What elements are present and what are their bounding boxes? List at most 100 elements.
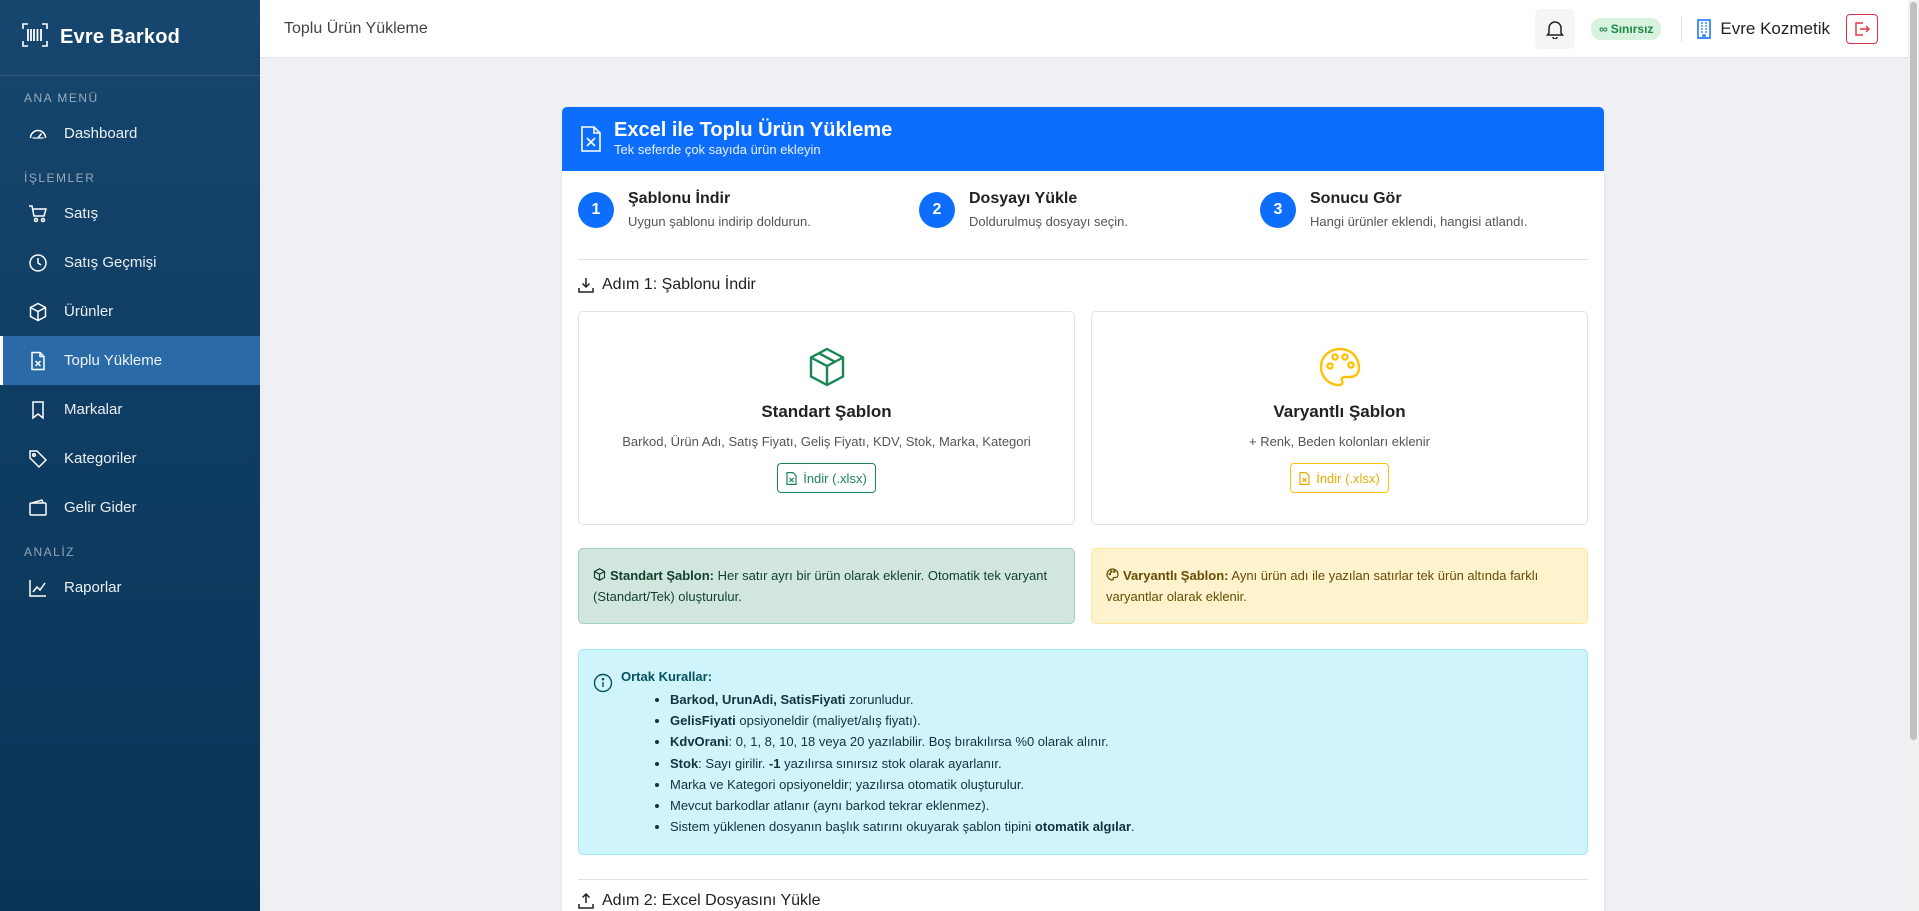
step-3: 3 Sonucu Gör Hangi ürünler eklendi, hang… <box>1260 186 1528 229</box>
list-item: Sistem yüklenen dosyanın başlık satırını… <box>670 816 1573 837</box>
sidebar-item-label: Raporlar <box>64 579 122 596</box>
store-selector[interactable]: Evre Kozmetik <box>1696 19 1830 39</box>
common-rules-alert: Ortak Kurallar: Barkod, UrunAdi, SatisFi… <box>578 649 1588 855</box>
download-standard-button[interactable]: İndir (.xlsx) <box>777 463 876 493</box>
template-desc: + Renk, Beden kolonları eklenir <box>1248 434 1431 449</box>
list-item: Barkod, UrunAdi, SatisFiyati zorunludur. <box>670 689 1573 710</box>
download-variant-button[interactable]: İndir (.xlsx) <box>1290 463 1389 493</box>
template-title: Standart Şablon <box>761 402 892 421</box>
alert-bold: Varyantlı Şablon: <box>1123 568 1229 583</box>
rules-list: Barkod, UrunAdi, SatisFiyati zorunludur.… <box>670 689 1573 837</box>
step-title: Sonucu Gör <box>1310 190 1402 207</box>
step-desc: Uygun şablonu indirip doldurun. <box>628 214 811 229</box>
step2-title: Adım 2: Excel Dosyasını Yükle <box>602 892 821 909</box>
steps: 1 Şablonu İndir Uygun şablonu indirip do… <box>578 186 1588 241</box>
bell-icon <box>1546 20 1565 39</box>
building-icon <box>1697 18 1712 39</box>
sidebar-item-label: Gelir Gider <box>64 499 137 516</box>
file-excel-icon <box>581 126 601 152</box>
page-title: Toplu Ürün Yükleme <box>284 19 428 37</box>
sidebar-item-label: Toplu Yükleme <box>64 352 163 369</box>
barcode-icon <box>22 23 48 52</box>
tags-icon <box>29 449 48 468</box>
sidebar-section-operations: İŞLEMLER <box>24 171 96 185</box>
sidebar-item-sales-history[interactable]: Satış Geçmişi <box>0 238 260 287</box>
sidebar-item-products[interactable]: Ürünler <box>0 287 260 336</box>
clock-icon <box>29 253 47 272</box>
list-item: Mevcut barkodlar atlanır (aynı barkod te… <box>670 795 1573 816</box>
step-number: 2 <box>919 192 955 228</box>
step-1: 1 Şablonu İndir Uygun şablonu indirip do… <box>578 186 811 229</box>
bookmark-icon <box>32 400 44 420</box>
logout-icon <box>1855 21 1870 36</box>
download-label: İndir (.xlsx) <box>803 470 867 486</box>
sidebar-item-categories[interactable]: Kategoriler <box>0 434 260 483</box>
sidebar-item-label: Kategoriler <box>64 450 137 467</box>
step-2: 2 Dosyayı Yükle Doldurulmuş dosyayı seçi… <box>919 186 1128 229</box>
step-number: 1 <box>578 192 614 228</box>
sidebar-item-bulk-upload[interactable]: Toplu Yükleme <box>0 336 260 385</box>
sidebar-item-sales[interactable]: Satış <box>0 189 260 238</box>
step2-heading: Adım 2: Excel Dosyasını Yükle <box>578 892 820 910</box>
logout-button[interactable] <box>1846 13 1878 44</box>
download-icon <box>578 278 594 293</box>
sidebar-item-reports[interactable]: Raporlar <box>0 563 260 612</box>
alert-bold: Standart Şablon: <box>610 568 715 583</box>
file-excel-icon <box>786 471 797 485</box>
list-item: Marka ve Kategori opsiyoneldir; yazılırs… <box>670 774 1573 795</box>
sidebar-item-label: Satış Geçmişi <box>64 254 157 271</box>
plan-badge: ∞ Sınırsız <box>1591 17 1662 40</box>
brand-title: Evre Barkod <box>60 26 181 48</box>
file-excel-icon <box>1299 471 1310 485</box>
card-subtitle: Tek seferde çok sayıda ürün ekleyin <box>614 142 821 157</box>
excel-icon <box>31 351 45 370</box>
sidebar-section-main: ANA MENÜ <box>24 91 99 105</box>
upload-icon <box>578 893 594 909</box>
step-title: Dosyayı Yükle <box>969 190 1078 207</box>
download-label: İndir (.xlsx) <box>1316 470 1380 486</box>
sidebar-item-label: Ürünler <box>64 303 114 320</box>
card-header: Excel ile Toplu Ürün Yükleme Tek seferde… <box>562 107 1604 171</box>
template-desc: Barkod, Ürün Adı, Satış Fiyatı, Geliş Fi… <box>622 434 1031 449</box>
step-number: 3 <box>1260 192 1296 228</box>
step1-heading: Adım 1: Şablonu İndir <box>578 276 756 294</box>
chart-icon <box>29 579 46 597</box>
sidebar-item-dashboard[interactable]: Dashboard <box>0 109 260 158</box>
step-desc: Hangi ürünler eklendi, hangisi atlandı. <box>1310 214 1528 229</box>
cart-icon <box>29 204 47 222</box>
template-title: Varyantlı Şablon <box>1273 402 1406 421</box>
divider <box>578 259 1588 260</box>
palette-icon <box>1319 347 1360 387</box>
standard-template-card: Standart Şablon Barkod, Ürün Adı, Satış … <box>578 311 1075 525</box>
step-desc: Doldurulmuş dosyayı seçin. <box>969 214 1128 229</box>
top-bar: Toplu Ürün Yükleme ∞ Sınırsız Evre Kozme… <box>260 0 1908 58</box>
sidebar-item-label: Dashboard <box>64 125 138 142</box>
store-name: Evre Kozmetik <box>1720 18 1830 38</box>
box-icon <box>29 302 47 321</box>
sidebar-section-analysis: ANALİZ <box>24 545 76 559</box>
info-icon <box>593 673 613 693</box>
sidebar-item-label: Satış <box>64 205 99 222</box>
list-item: GelisFiyati opsiyoneldir (maliyet/alış f… <box>670 710 1573 731</box>
brand[interactable]: Evre Barkod <box>0 0 260 76</box>
variant-template-card: Varyantlı Şablon + Renk, Beden kolonları… <box>1091 311 1588 525</box>
divider <box>578 879 1588 880</box>
sidebar-item-brands[interactable]: Markalar <box>0 385 260 434</box>
plan-badge-label: Sınırsız <box>1610 21 1654 36</box>
step-title: Şablonu İndir <box>628 190 731 207</box>
scrollbar-thumb[interactable] <box>1910 2 1917 740</box>
notifications-button[interactable] <box>1535 8 1576 49</box>
palette-icon <box>1106 568 1119 581</box>
page-scrollbar[interactable] <box>1908 0 1919 911</box>
sidebar-item-label: Markalar <box>64 401 123 418</box>
wallet-icon <box>29 498 47 516</box>
box-icon <box>593 568 606 581</box>
bulk-upload-card: Excel ile Toplu Ürün Yükleme Tek seferde… <box>562 107 1604 911</box>
list-item: Stok: Sayı girilir. -1 yazılırsa sınırsı… <box>670 753 1573 774</box>
card-title: Excel ile Toplu Ürün Yükleme <box>614 119 893 141</box>
infinity-icon: ∞ <box>1599 21 1608 36</box>
list-item: KdvOrani: 0, 1, 8, 10, 18 veya 20 yazıla… <box>670 731 1573 752</box>
sidebar: Evre Barkod ANA MENÜ Dashboard İŞLEMLER … <box>0 0 260 911</box>
step1-title: Adım 1: Şablonu İndir <box>602 276 756 293</box>
sidebar-item-income-expense[interactable]: Gelir Gider <box>0 483 260 532</box>
